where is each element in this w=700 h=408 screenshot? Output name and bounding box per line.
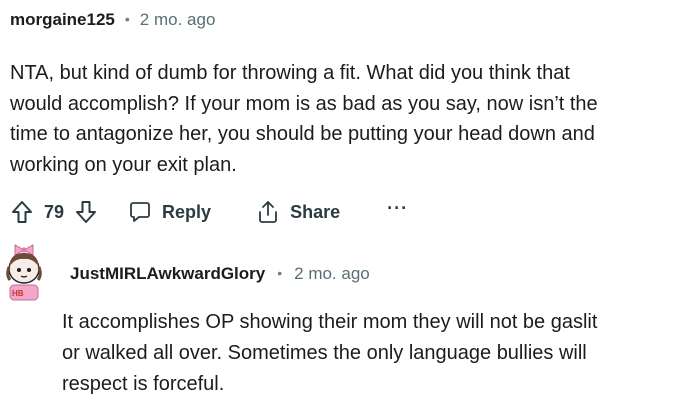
avatar-character-icon: HB	[6, 244, 42, 301]
comment-body-line: working on your exit plan.	[10, 153, 237, 176]
meta-separator: •	[277, 265, 283, 281]
reply-header: JustMIRLAwkwardGlory • 2 mo. ago	[70, 262, 370, 286]
vote-count: 79	[44, 201, 65, 222]
downvote-arrow-icon[interactable]	[74, 199, 98, 225]
reply-button[interactable]: Reply	[128, 200, 211, 224]
comment-thread: morgaine125 • 2 mo. ago NTA, but kind of…	[0, 0, 700, 408]
comment-body-line: time to antagonize her, you should be pu…	[10, 123, 595, 145]
reply-timestamp[interactable]: 2 mo. ago	[294, 264, 370, 284]
reply-body-line: or walked all over. Sometimes the only l…	[62, 342, 587, 364]
share-button[interactable]: Share	[256, 199, 340, 225]
reply-body: It accomplishes OP showing their mom the…	[62, 307, 692, 400]
reply-body-line: It accomplishes OP showing their mom the…	[62, 311, 598, 333]
comment-timestamp[interactable]: 2 mo. ago	[140, 10, 216, 30]
svg-text:HB: HB	[12, 289, 24, 298]
comment-actions: 79 Reply Share ···	[10, 197, 408, 227]
upvote-arrow-icon[interactable]	[10, 199, 34, 225]
reply-username[interactable]: JustMIRLAwkwardGlory	[70, 264, 265, 284]
more-options-button[interactable]: ···	[387, 198, 408, 219]
reply-body-line: respect is forceful.	[62, 373, 225, 395]
comment-body: NTA, but kind of dumb for throwing a fit…	[10, 58, 700, 180]
comment-body-line: NTA, but kind of dumb for throwing a fit…	[10, 62, 570, 84]
comment-username[interactable]: morgaine125	[10, 10, 115, 30]
meta-separator: •	[124, 11, 130, 27]
avatar[interactable]: HB	[0, 242, 48, 302]
comment-header: morgaine125 • 2 mo. ago	[10, 8, 215, 32]
share-upload-icon	[256, 199, 280, 225]
comment-body-line: would accomplish? If your mom is as bad …	[10, 92, 598, 115]
speech-bubble-icon	[128, 200, 152, 224]
share-label: Share	[290, 201, 341, 222]
reply-label: Reply	[162, 201, 212, 222]
